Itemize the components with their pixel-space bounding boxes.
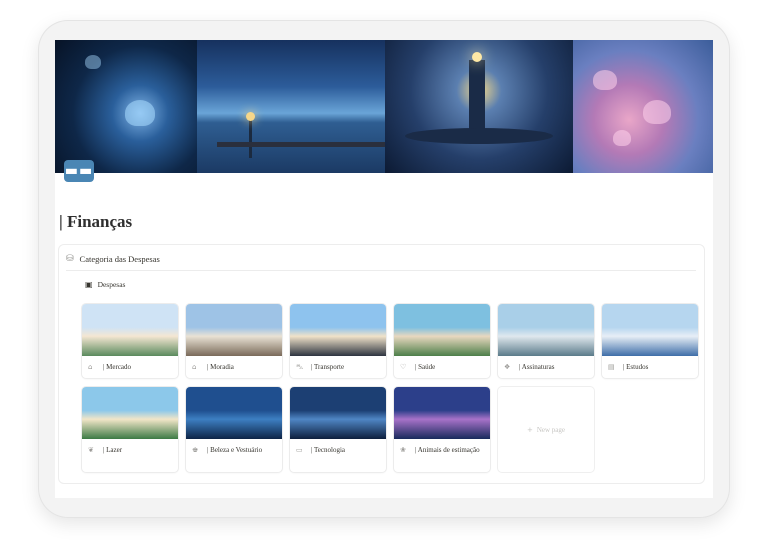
notion-page: ▬▬ | Finanças ⛁ Categoria das Despesas ▣… (55, 40, 713, 498)
card-title: | Estudos (623, 363, 649, 371)
new-page-button[interactable]: + New page (498, 387, 594, 472)
divider (66, 270, 696, 271)
gallery-card[interactable]: ❖ | Assinaturas (498, 304, 594, 378)
leaf-icon: ❦ (88, 446, 94, 454)
car-icon: ⛍ (296, 363, 304, 371)
card-title: | Lazer (103, 446, 123, 454)
gallery-card[interactable]: ♚ | Beleza e Vestuário (186, 387, 282, 472)
database-header[interactable]: ⛁ Categoria das Despesas (66, 254, 160, 264)
card-cover-image (186, 304, 282, 356)
money-icon: ▣ (85, 280, 93, 289)
book-icon: ▤ (608, 363, 615, 371)
page-cover[interactable] (55, 40, 713, 173)
page-title[interactable]: | Finanças (59, 212, 132, 232)
laptop-icon: ▭ (296, 446, 303, 454)
database-title: Categoria das Despesas (79, 254, 160, 264)
card-cover-image (498, 304, 594, 356)
card-cover-image (290, 387, 386, 439)
view-tab-despesas[interactable]: ▣ Despesas (85, 280, 125, 289)
cat-icon: ❀ (400, 446, 406, 454)
gallery-card[interactable]: ❀ | Animais de estimação (394, 387, 490, 472)
card-cover-image (186, 387, 282, 439)
gallery-card[interactable]: ▤ | Estudos (602, 304, 698, 378)
page-icon-glyph: ▬▬ (64, 163, 94, 179)
card-cover-image (82, 304, 178, 356)
card-title: | Mercado (103, 363, 132, 371)
card-title: | Saúde (415, 363, 436, 371)
new-page-label: New page (536, 425, 566, 434)
receipt-icon: ❖ (504, 363, 511, 371)
card-title: | Transporte (311, 363, 345, 371)
card-title: | Assinaturas (519, 363, 555, 371)
card-title: | Beleza e Vestuário (207, 446, 263, 454)
card-cover-image (82, 387, 178, 439)
card-title: | Animais de estimação (415, 446, 480, 454)
cover-jellyfish-right (573, 40, 713, 173)
card-cover-image (602, 304, 698, 356)
card-cover-image (394, 387, 490, 439)
card-title: | Moradia (207, 363, 234, 371)
gallery-card[interactable]: ⌂ | Moradia (186, 304, 282, 378)
cover-jellyfish-left (55, 40, 197, 173)
cover-pier (197, 40, 385, 173)
gallery-card[interactable]: ⛍ | Transporte (290, 304, 386, 378)
credit-card-icon[interactable]: ▬▬ (64, 160, 94, 182)
gallery-card[interactable]: ♡ | Saúde (394, 304, 490, 378)
house-icon: ⌂ (192, 363, 197, 371)
heart-icon: ♡ (400, 363, 407, 371)
card-cover-image (394, 304, 490, 356)
view-tab-label: Despesas (97, 280, 126, 289)
shirt-icon: ♚ (192, 446, 199, 454)
cover-lighthouse (385, 40, 573, 173)
cart-icon: ⌂ (88, 363, 93, 371)
gallery-card[interactable]: ⌂ | Mercado (82, 304, 178, 378)
card-title: | Tecnologia (311, 446, 346, 454)
gallery-card[interactable]: ❦ | Lazer (82, 387, 178, 472)
plus-icon: + (526, 425, 533, 434)
wallet-icon: ⛁ (66, 254, 74, 264)
gallery-card[interactable]: ▭ | Tecnologia (290, 387, 386, 472)
card-cover-image (290, 304, 386, 356)
linked-database: ⛁ Categoria das Despesas ▣ Despesas ⌂ | … (58, 244, 705, 484)
